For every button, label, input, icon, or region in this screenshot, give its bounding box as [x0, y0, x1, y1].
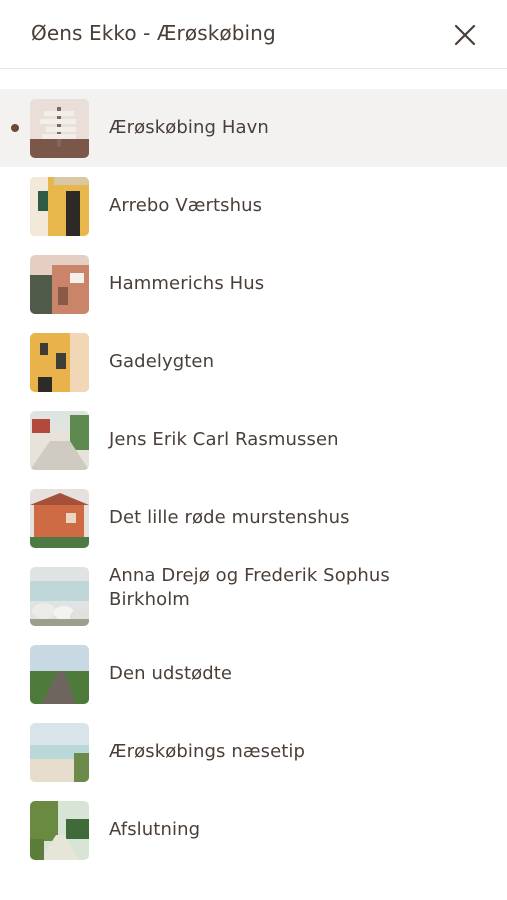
list-item[interactable]: Ærøskøbing Havn — [0, 89, 507, 167]
list-item[interactable]: Hammerichs Hus — [0, 245, 507, 323]
signpost-thumbnail — [30, 99, 89, 158]
list-item-label: Det lille røde murstenshus — [109, 507, 350, 528]
active-indicator — [11, 124, 19, 132]
header: Øens Ekko - Ærøskøbing — [0, 0, 507, 69]
list-item-label: Ærøskøbing Havn — [109, 117, 269, 138]
red-brick-house-thumbnail — [30, 489, 89, 548]
list-item-label: Jens Erik Carl Rasmussen — [109, 429, 339, 450]
list-item[interactable]: Det lille røde murstenshus — [0, 479, 507, 557]
road-thumbnail — [30, 645, 89, 704]
list-item-label: Hammerichs Hus — [109, 273, 265, 294]
list-item[interactable]: Den udstødte — [0, 635, 507, 713]
close-button[interactable] — [449, 19, 481, 51]
path-trees-thumbnail — [30, 801, 89, 860]
list-item-label: Gadelygten — [109, 351, 215, 372]
list-item-label: Anna Drejø og Frederik Sophus Birkholm — [109, 565, 390, 610]
list-item[interactable]: Arrebo Værtshus — [0, 167, 507, 245]
street-thumbnail — [30, 411, 89, 470]
list-item-label: Arrebo Værtshus — [109, 195, 263, 216]
house-sign-thumbnail — [30, 255, 89, 314]
list-item[interactable]: Gadelygten — [0, 323, 507, 401]
list-item[interactable]: Jens Erik Carl Rasmussen — [0, 401, 507, 479]
page-title: Øens Ekko - Ærøskøbing — [31, 21, 276, 45]
beach-thumbnail — [30, 723, 89, 782]
yellow-house-thumbnail — [30, 177, 89, 236]
list-item-label: Afslutning — [109, 819, 201, 840]
list-item[interactable]: Ærøskøbings næsetip — [0, 713, 507, 791]
street-lamp-thumbnail — [30, 333, 89, 392]
playlist: Ærøskøbing Havn Arrebo Værtshus Hammeric — [0, 89, 507, 869]
stones-sea-thumbnail — [30, 567, 89, 626]
close-icon — [454, 24, 476, 46]
list-item[interactable]: Anna Drejø og Frederik Sophus Birkholm — [0, 557, 507, 635]
list-item-label: Ærøskøbings næsetip — [109, 741, 306, 762]
list-item[interactable]: Afslutning — [0, 791, 507, 869]
list-item-label: Den udstødte — [109, 663, 233, 684]
